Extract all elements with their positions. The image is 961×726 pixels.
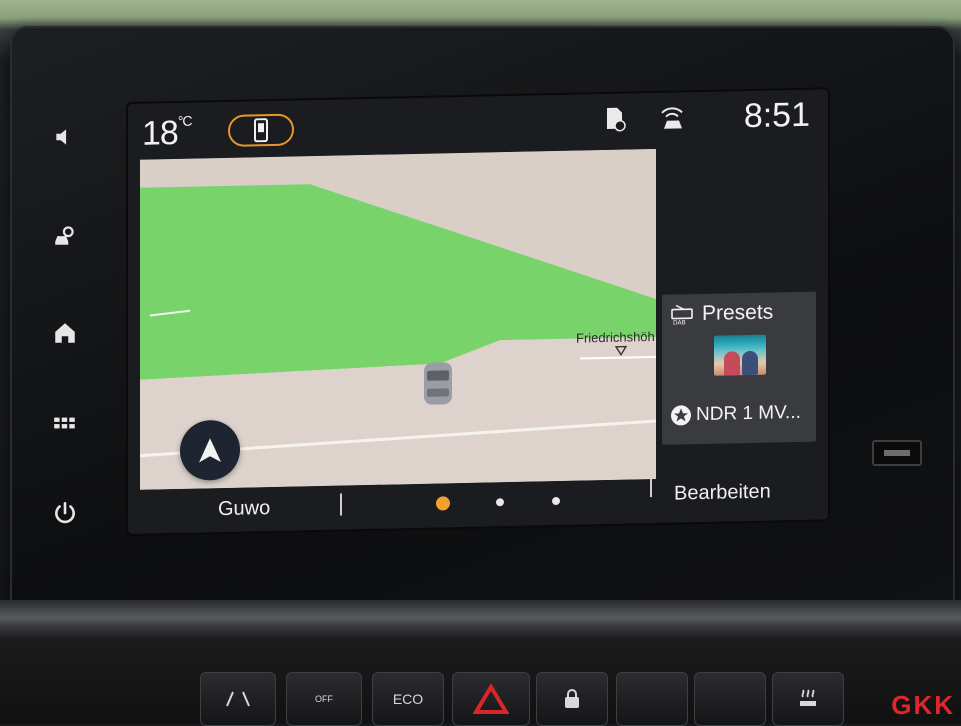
svg-text:DAB: DAB [673,319,686,326]
temperature-unit: °C [178,113,192,129]
place-marker-icon [615,346,627,356]
radio-widget[interactable]: DAB Presets NDR 1 MV... [662,292,816,445]
page-dot[interactable] [496,498,504,506]
dashboard-buttons: OFF ECO [90,654,910,724]
separator [650,475,652,497]
vehicle-settings-button[interactable] [40,210,90,260]
central-lock-button[interactable] [536,672,608,726]
start-stop-off-label: OFF [315,694,333,704]
station-artwork [714,335,766,376]
radio-title: Presets [702,300,773,325]
power-icon [52,500,78,526]
lane-assist-icon [223,690,253,708]
nav-label[interactable]: Guwo [218,497,270,521]
notification-doc-icon[interactable] [604,106,626,132]
usb-port [872,440,922,466]
eco-label: ECO [393,691,423,707]
home-button[interactable] [40,308,90,358]
edit-button[interactable]: Bearbeiten [674,481,771,506]
home-icon [52,320,78,346]
dab-radio-icon: DAB [670,302,694,327]
favorite-star-icon [670,404,692,426]
vehicle-settings-icon [52,222,78,248]
radio-header: DAB Presets [670,300,773,326]
infotainment-screen: 18°C 8:51 Friedrichshöh [128,89,828,534]
volume-button[interactable] [40,112,90,162]
station-row: NDR 1 MV... [670,402,801,427]
temperature-value: 18 [142,114,178,153]
page-dot-active[interactable] [436,496,450,510]
separator [340,494,342,516]
map-place-label: Friedrichshöh [576,329,655,346]
phone-projection-icon [252,118,270,142]
connected-car-icon[interactable] [658,102,688,133]
phone-projection-button[interactable] [228,114,294,147]
blank-button-2[interactable] [694,672,766,726]
watermark-logo: GKK [891,690,955,721]
seat-heating-icon [797,688,819,710]
speaker-icon [52,124,78,150]
apps-button[interactable] [40,398,90,448]
navigation-arrow-icon [197,436,223,465]
power-button[interactable] [40,488,90,538]
clock: 8:51 [744,96,810,136]
lock-icon [562,688,582,710]
start-stop-off-button[interactable]: OFF [286,672,362,726]
hazard-button[interactable] [452,672,530,726]
driver-assist-button[interactable] [200,672,276,726]
vehicle-position-icon [418,358,458,409]
eco-button[interactable]: ECO [372,672,444,726]
station-name: NDR 1 MV... [696,402,801,426]
seat-heating-button[interactable] [772,672,844,726]
apps-grid-icon [52,410,78,436]
blank-button[interactable] [616,672,688,726]
hazard-triangle-icon [473,684,509,714]
outside-temperature: 18°C [142,113,192,154]
page-dot[interactable] [552,497,560,505]
navigation-map[interactable]: Friedrichshöh [140,149,656,490]
